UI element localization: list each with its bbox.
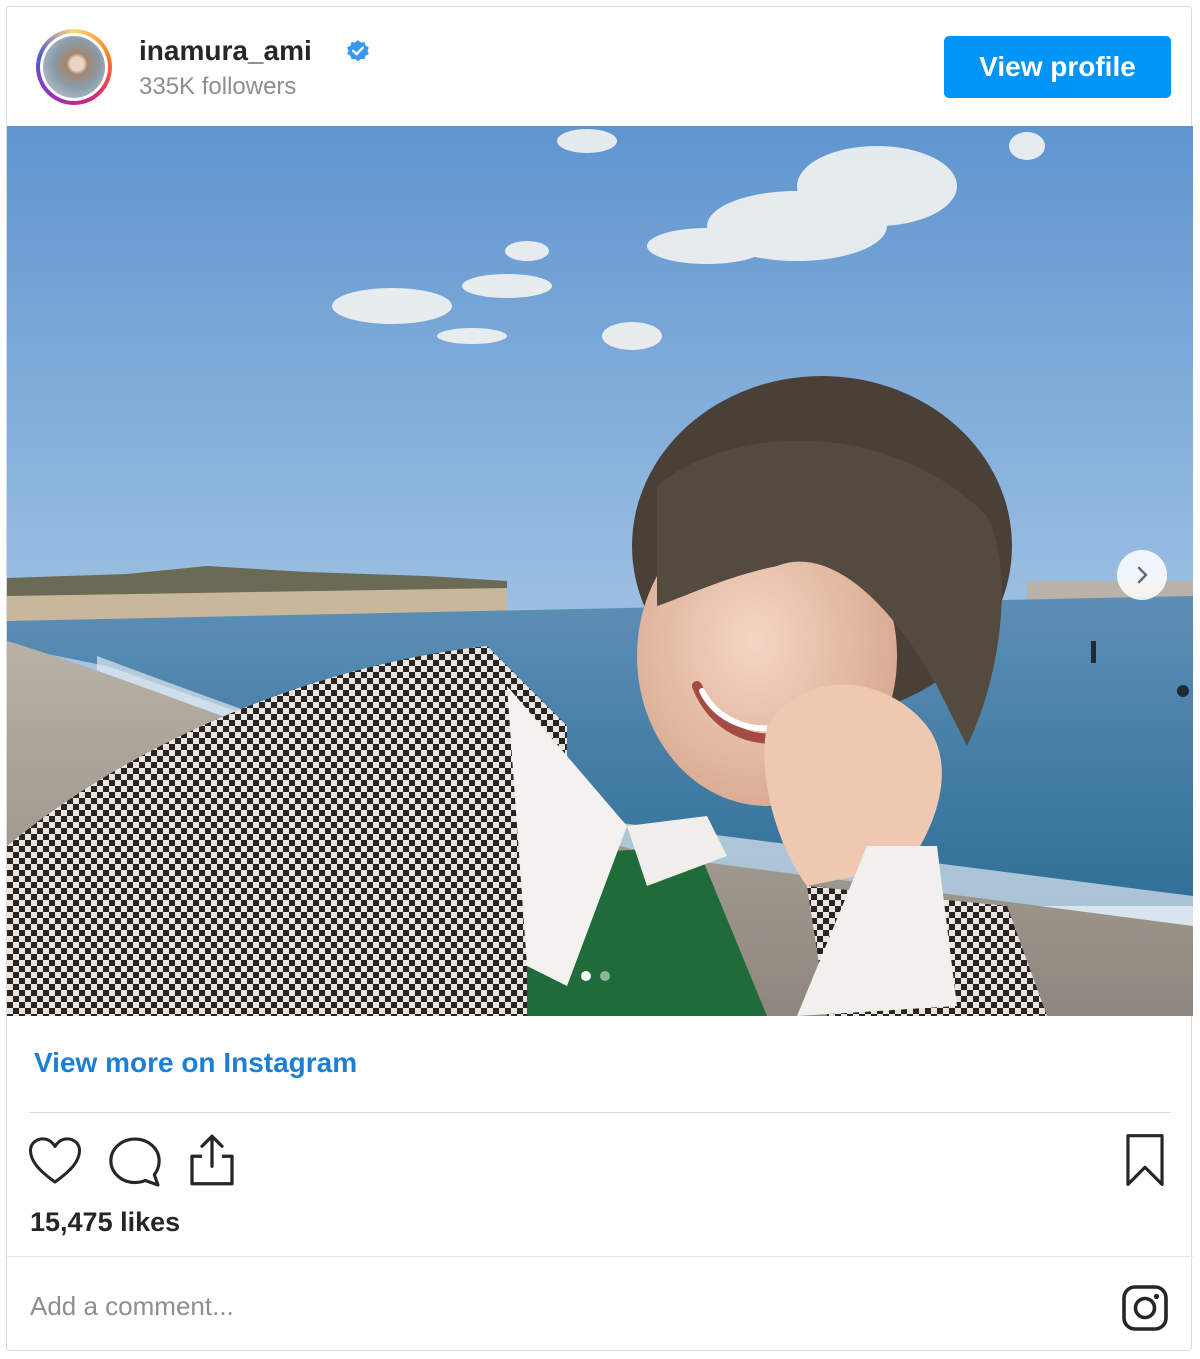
photo-illustration <box>7 126 1193 1016</box>
share-icon[interactable] <box>187 1131 237 1189</box>
bookmark-icon[interactable] <box>1123 1132 1167 1188</box>
chevron-right-icon <box>1137 566 1148 584</box>
avatar[interactable] <box>36 29 112 105</box>
instagram-embed-card: inamura_ami 335K followers View profile <box>6 6 1193 1351</box>
avatar-image <box>43 36 105 98</box>
post-header: inamura_ami 335K followers View profile <box>7 7 1193 125</box>
carousel-dot <box>600 971 610 981</box>
followers-count: 335K followers <box>139 73 297 100</box>
divider <box>7 1256 1193 1257</box>
carousel-dot-active <box>581 971 591 981</box>
verified-badge-icon <box>347 40 369 62</box>
likes-count[interactable]: 15,475 likes <box>30 1207 180 1238</box>
username[interactable]: inamura_ami <box>139 35 312 67</box>
post-photo[interactable] <box>7 126 1193 1016</box>
heart-icon[interactable] <box>27 1135 83 1187</box>
carousel-next-button[interactable] <box>1117 550 1167 600</box>
view-more-link[interactable]: View more on Instagram <box>34 1047 357 1079</box>
view-profile-button[interactable]: View profile <box>944 36 1171 98</box>
instagram-icon[interactable] <box>1121 1284 1169 1332</box>
divider <box>29 1112 1171 1113</box>
add-comment-field[interactable]: Add a comment... <box>30 1291 234 1322</box>
comment-icon[interactable] <box>106 1134 164 1190</box>
